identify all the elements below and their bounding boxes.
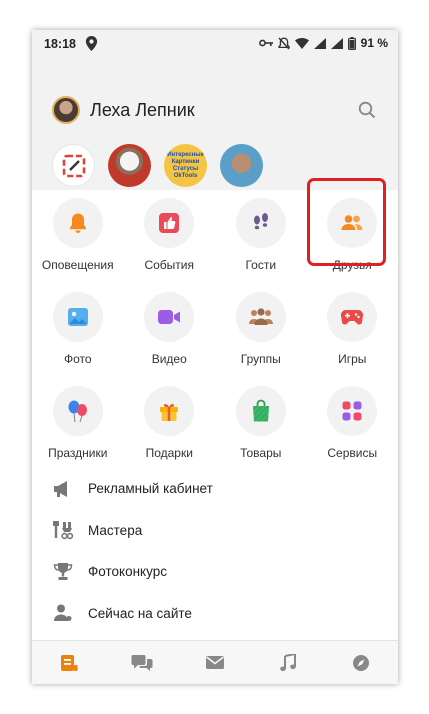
nav-music[interactable] xyxy=(252,641,325,684)
list-item-label: Мастера xyxy=(88,522,143,538)
tile-icon-circle xyxy=(144,386,195,436)
status-time: 18:18 xyxy=(44,37,76,51)
tile-holidays[interactable]: Праздники xyxy=(32,386,124,480)
tile-icon-circle xyxy=(327,292,378,342)
tile-notifications[interactable]: Оповещения xyxy=(32,198,124,292)
profile-header: Леха Лепник Интересные Картинки Статусы … xyxy=(32,58,398,190)
tile-gifts[interactable]: Подарки xyxy=(124,386,216,480)
tile-icon-circle xyxy=(52,198,103,248)
tile-guests[interactable]: Гости xyxy=(215,198,307,292)
tools-icon xyxy=(52,519,74,541)
gift-icon xyxy=(160,404,179,421)
user-name[interactable]: Леха Лепник xyxy=(90,100,195,121)
location-pin-icon xyxy=(85,36,98,51)
nav-discussions[interactable] xyxy=(178,641,251,684)
balloons-icon xyxy=(68,400,87,423)
user-online-icon xyxy=(52,602,74,624)
tile-label: Товары xyxy=(240,446,282,460)
search-icon[interactable] xyxy=(358,101,376,119)
trophy-icon xyxy=(52,561,74,583)
tile-label: Оповещения xyxy=(41,258,114,272)
list-item-photo-contest[interactable]: Фотоконкурс xyxy=(32,551,398,593)
story-item[interactable]: Интересные Картинки Статусы OkTools xyxy=(164,144,207,187)
key-icon xyxy=(258,39,273,47)
shopping-bag-icon xyxy=(252,399,269,422)
tile-video[interactable]: Видео xyxy=(124,292,216,386)
story-item[interactable] xyxy=(52,144,95,187)
compass-icon xyxy=(353,654,370,671)
tile-label: Игры xyxy=(338,352,367,366)
list-item-masters[interactable]: Мастера xyxy=(32,510,398,552)
list-item-online-now[interactable]: Сейчас на сайте xyxy=(32,593,398,635)
tile-label: Фото xyxy=(63,352,92,366)
status-icons: 91 % xyxy=(258,36,388,50)
photo-icon xyxy=(67,308,88,326)
tile-label: Сервисы xyxy=(327,446,378,460)
story-item[interactable] xyxy=(108,144,151,187)
tile-games[interactable]: Игры xyxy=(307,292,399,386)
status-bar: 18:18 91 % xyxy=(32,30,398,58)
story-text: Интересные Картинки Статусы OkTools xyxy=(167,152,204,179)
wifi-icon xyxy=(294,37,309,49)
envelope-icon xyxy=(206,656,224,669)
mute-bell-icon xyxy=(277,37,290,49)
tile-icon-circle xyxy=(144,198,195,248)
tile-events[interactable]: События xyxy=(124,198,216,292)
list-item-label: Сейчас на сайте xyxy=(88,605,192,621)
nav-discover[interactable] xyxy=(325,641,398,684)
signal-icon xyxy=(313,37,326,49)
tile-photo[interactable]: Фото xyxy=(32,292,124,386)
services-grid-icon xyxy=(342,401,362,421)
feed-icon xyxy=(60,654,78,671)
grid-row: Фото Видео Группы Игры xyxy=(32,292,398,386)
nav-messages[interactable] xyxy=(105,641,178,684)
grid-row: Праздники Подарки Товары Сервисы xyxy=(32,386,398,480)
tile-icon-circle xyxy=(52,292,103,342)
tile-label: Видео xyxy=(151,352,187,366)
tile-label: Праздники xyxy=(48,446,108,460)
footprints-icon xyxy=(253,213,268,230)
stories-row: Интересные Картинки Статусы OkTools xyxy=(52,144,263,187)
tile-icon-circle xyxy=(52,386,103,436)
list-item-ads-cabinet[interactable]: Рекламный кабинет xyxy=(32,468,398,510)
tile-icon-circle xyxy=(327,386,378,436)
bell-icon xyxy=(69,213,86,233)
battery-percent: 91 % xyxy=(360,36,388,50)
tile-icon-circle xyxy=(144,292,195,342)
tile-goods[interactable]: Товары xyxy=(215,386,307,480)
chat-bubbles-icon xyxy=(131,654,153,671)
tile-label: Подарки xyxy=(145,446,193,460)
list-item-label: Фотоконкурс xyxy=(88,564,167,580)
thumbs-up-icon xyxy=(159,213,180,233)
tile-label: События xyxy=(144,258,195,272)
groups-icon xyxy=(248,308,273,325)
list-item-label: Рекламный кабинет xyxy=(88,481,213,497)
tile-label: Гости xyxy=(245,258,277,272)
avatar[interactable] xyxy=(52,96,80,124)
photo-editor-icon xyxy=(62,154,85,177)
friends-highlight-box xyxy=(307,178,386,266)
menu-list: Рекламный кабинет Мастера Фотоконкурс Се… xyxy=(32,468,398,634)
battery-icon xyxy=(347,36,356,50)
tile-services[interactable]: Сервисы xyxy=(307,386,399,480)
nav-feed[interactable] xyxy=(32,641,105,684)
music-note-icon xyxy=(280,653,297,671)
video-camera-icon xyxy=(158,310,181,324)
megaphone-icon xyxy=(52,478,74,500)
tile-icon-circle xyxy=(235,386,286,436)
story-item[interactable] xyxy=(220,144,263,187)
signal-icon xyxy=(330,37,343,49)
tile-icon-circle xyxy=(235,198,286,248)
tile-icon-circle xyxy=(235,292,286,342)
phone-screen: 18:18 91 % Леха Лепник Интересные Картин… xyxy=(32,30,398,684)
bottom-navigation xyxy=(32,640,398,684)
tile-label: Группы xyxy=(240,352,281,366)
gamepad-icon xyxy=(341,309,364,325)
tile-groups[interactable]: Группы xyxy=(215,292,307,386)
